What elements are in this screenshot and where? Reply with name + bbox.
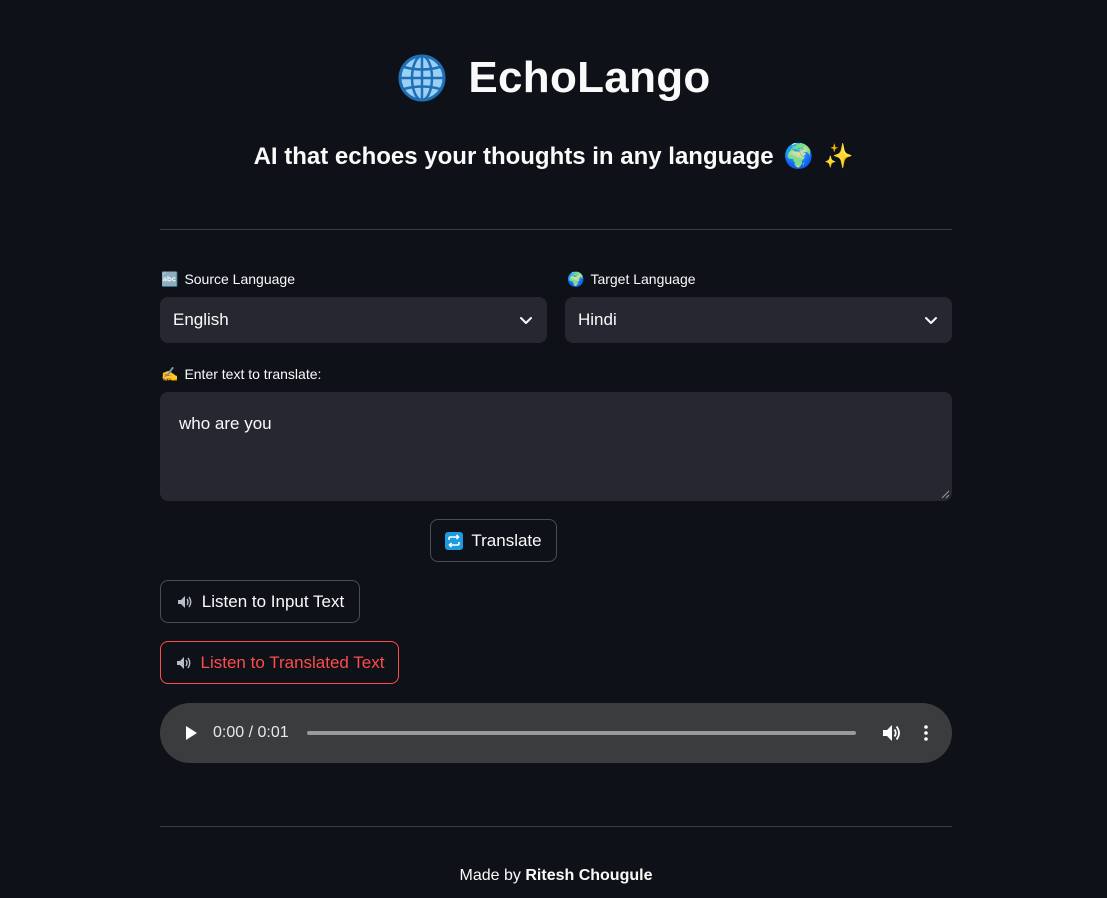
footer: Made by Ritesh Chougule bbox=[0, 867, 1107, 885]
target-language-value: Hindi bbox=[578, 310, 617, 329]
target-language-select[interactable]: Hindi bbox=[565, 297, 952, 343]
earth-globe-icon: 🌍 bbox=[567, 271, 585, 287]
subtitle: AI that echoes your thoughts in any lang… bbox=[0, 143, 1107, 171]
writing-hand-icon: ✍️ bbox=[161, 366, 179, 382]
listen-input-button-label: Listen to Input Text bbox=[201, 591, 345, 611]
divider-top bbox=[160, 229, 952, 230]
input-textarea[interactable]: who are you bbox=[160, 392, 952, 501]
listen-translated-button[interactable]: Listen to Translated Text bbox=[160, 641, 399, 684]
audio-progress-bar[interactable] bbox=[306, 731, 856, 735]
more-options-icon[interactable] bbox=[924, 725, 928, 741]
resize-grip-icon[interactable] bbox=[941, 490, 950, 499]
speaker-icon bbox=[176, 656, 190, 669]
audio-time: 0:00 / 0:01 bbox=[213, 724, 289, 741]
play-icon[interactable] bbox=[184, 725, 198, 741]
translate-button[interactable]: Translate bbox=[430, 519, 557, 562]
chevron-down-icon bbox=[925, 317, 937, 324]
target-language-label-text: Target Language bbox=[590, 271, 696, 287]
source-language-label-text: Source Language bbox=[184, 271, 295, 287]
globe-icon bbox=[398, 54, 446, 102]
header: EchoLango bbox=[0, 52, 1107, 104]
sparkles-icon: ✨ bbox=[823, 143, 854, 170]
app-title: EchoLango bbox=[468, 53, 711, 102]
input-textarea-value: who are you bbox=[179, 414, 272, 433]
speaker-icon bbox=[177, 595, 192, 608]
listen-input-button[interactable]: Listen to Input Text bbox=[160, 580, 360, 623]
audio-player: 0:00 / 0:01 bbox=[160, 703, 952, 763]
footer-author: Ritesh Chougule bbox=[525, 867, 653, 884]
listen-translated-button-label: Listen to Translated Text bbox=[200, 652, 385, 672]
source-language-label: 🔤 Source Language bbox=[161, 271, 295, 287]
translate-button-label: Translate bbox=[471, 530, 542, 550]
target-language-label: 🌍 Target Language bbox=[567, 271, 696, 287]
earth-globe-icon: 🌍 bbox=[783, 143, 814, 170]
abc-icon: 🔤 bbox=[161, 271, 179, 287]
source-language-value: English bbox=[173, 310, 229, 329]
source-language-select[interactable]: English bbox=[160, 297, 547, 343]
chevron-down-icon bbox=[520, 317, 532, 324]
input-text-label-text: Enter text to translate: bbox=[184, 366, 322, 382]
subtitle-text: AI that echoes your thoughts in any lang… bbox=[253, 143, 774, 170]
footer-prefix: Made by bbox=[459, 867, 521, 884]
app-page: EchoLango AI that echoes your thoughts i… bbox=[0, 0, 1107, 898]
repeat-icon bbox=[445, 531, 464, 550]
input-text-label: ✍️ Enter text to translate: bbox=[161, 366, 321, 382]
divider-bottom bbox=[160, 826, 952, 827]
volume-icon[interactable] bbox=[882, 724, 902, 742]
